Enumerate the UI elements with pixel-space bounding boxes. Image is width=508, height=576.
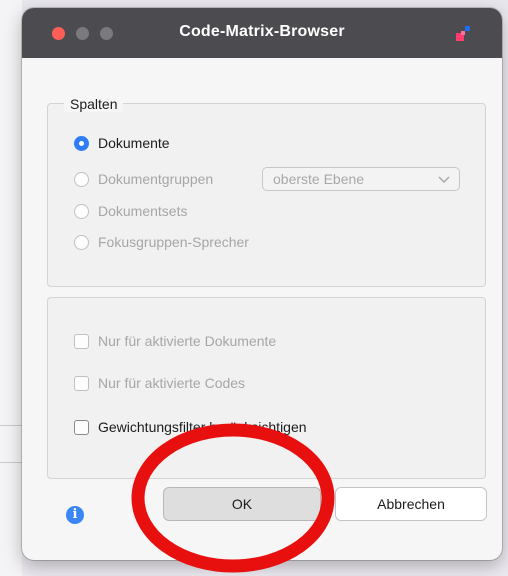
window-title: Code-Matrix-Browser	[179, 23, 345, 40]
radio-document-sets[interactable]: Dokumentsets	[74, 200, 187, 222]
chevron-down-icon	[438, 176, 450, 184]
radio-document-groups-label: Dokumentgruppen	[98, 171, 214, 187]
title-bar[interactable]: Code-Matrix-Browser	[22, 8, 502, 58]
level-select-value: oberste Ebene	[273, 171, 365, 187]
app-logo-icon	[456, 26, 470, 41]
background-divider	[0, 462, 22, 463]
radio-button[interactable]	[74, 203, 89, 219]
checkbox-activated-documents-label: Nur für aktivierte Dokumente	[98, 333, 277, 349]
checkbox[interactable]	[74, 375, 89, 391]
radio-documents[interactable]: Dokumente	[74, 132, 170, 154]
screen: Code-Matrix-Browser Spalten Dokumente Do…	[0, 0, 508, 576]
checkbox[interactable]	[74, 333, 89, 349]
background-app-panel	[0, 0, 22, 576]
info-icon[interactable]: i	[66, 506, 84, 524]
checkbox-activated-codes[interactable]: Nur für aktivierte Codes	[74, 372, 245, 394]
checkbox[interactable]	[74, 419, 89, 435]
columns-group-title: Spalten	[64, 96, 124, 112]
ok-button[interactable]: OK	[163, 487, 321, 521]
columns-groupbox	[47, 103, 486, 287]
radio-document-groups[interactable]: Dokumentgruppen	[74, 168, 213, 190]
checkbox-weight-filter[interactable]: Gewichtungsfilter berücksichtigen	[74, 416, 307, 438]
checkbox-weight-filter-label: Gewichtungsfilter berücksichtigen	[98, 419, 307, 435]
radio-document-sets-label: Dokumentsets	[98, 203, 188, 219]
radio-button[interactable]	[74, 234, 89, 250]
level-select[interactable]: oberste Ebene	[262, 167, 460, 191]
checkbox-activated-codes-label: Nur für aktivierte Codes	[98, 375, 246, 391]
radio-button[interactable]	[74, 171, 89, 187]
code-matrix-browser-dialog: Code-Matrix-Browser Spalten Dokumente Do…	[22, 8, 502, 560]
cancel-button[interactable]: Abbrechen	[335, 487, 487, 521]
background-divider	[0, 425, 22, 426]
radio-focus-group-speakers[interactable]: Fokusgruppen-Sprecher	[74, 231, 249, 253]
radio-documents-label: Dokumente	[98, 135, 170, 151]
radio-focus-group-speakers-label: Fokusgruppen-Sprecher	[98, 234, 249, 250]
checkbox-activated-documents[interactable]: Nur für aktivierte Dokumente	[74, 330, 276, 352]
radio-button-selected[interactable]	[74, 135, 89, 151]
